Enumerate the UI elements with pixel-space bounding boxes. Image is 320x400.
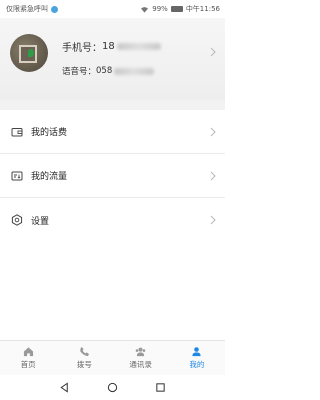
phone-icon	[80, 346, 89, 357]
sim-badge-icon	[51, 5, 58, 13]
tab-label-mine: 我的	[189, 360, 205, 369]
tab-contacts[interactable]: 通讯录	[113, 341, 169, 375]
section-divider	[0, 100, 225, 110]
status-right: 99% 中午11:56	[140, 4, 220, 14]
data-card-icon	[11, 171, 23, 180]
chevron-right-icon	[210, 215, 216, 225]
profile-header[interactable]: 手机号： 18 语音号： 058	[0, 18, 225, 100]
back-triangle-icon[interactable]	[59, 382, 70, 393]
system-nav-bar	[0, 375, 225, 400]
avatar-leaf	[28, 49, 34, 57]
menu-item-balance[interactable]: 我的话费	[0, 110, 225, 154]
home-circle-icon[interactable]	[107, 382, 118, 393]
clock: 中午11:56	[185, 5, 220, 13]
person-icon	[192, 347, 201, 357]
settings-hexagon-icon	[11, 214, 23, 226]
bottom-tab-bar: 首页 拨号 通讯录 我的	[0, 340, 225, 375]
voice-redacted	[114, 67, 155, 75]
menu-label-balance: 我的话费	[31, 128, 68, 138]
tab-label-dial: 拨号	[76, 360, 92, 369]
menu-label-data: 我的流量	[31, 172, 68, 182]
voice-label: 语音号：	[62, 67, 97, 77]
chevron-right-icon	[210, 127, 216, 137]
carrier-text: 仅限紧急呼叫	[6, 5, 48, 13]
chevron-right-icon	[210, 171, 216, 181]
phone-number-row: 手机号： 18	[62, 39, 161, 54]
menu-label-settings: 设置	[31, 216, 50, 227]
battery-icon	[170, 6, 183, 12]
status-bar: 仅限紧急呼叫 99% 中午11:56	[0, 0, 225, 18]
tab-mine[interactable]: 我的	[169, 341, 225, 375]
tab-home[interactable]: 首页	[0, 341, 56, 375]
menu-list: 我的话费 我的流量 设置	[0, 110, 225, 242]
battery-percent: 99%	[152, 5, 168, 13]
voice-number-row: 语音号： 058	[62, 65, 155, 77]
recents-square-icon[interactable]	[155, 382, 166, 393]
tab-label-contacts: 通讯录	[129, 360, 152, 369]
voice-value: 058	[96, 66, 113, 76]
menu-item-data[interactable]: 我的流量	[0, 154, 225, 198]
avatar[interactable]	[10, 34, 48, 72]
chevron-right-icon	[210, 47, 216, 57]
tab-dial[interactable]: 拨号	[56, 341, 112, 375]
contacts-icon	[135, 347, 146, 357]
phone-value: 18	[102, 41, 115, 52]
wifi-icon	[141, 6, 149, 13]
phone-label: 手机号：	[62, 43, 102, 54]
status-left: 仅限紧急呼叫	[6, 4, 58, 14]
phone-redacted	[116, 43, 161, 50]
tab-label-home: 首页	[20, 360, 36, 369]
menu-item-settings[interactable]: 设置	[0, 198, 225, 242]
home-icon	[23, 347, 33, 357]
wallet-icon	[11, 127, 23, 136]
